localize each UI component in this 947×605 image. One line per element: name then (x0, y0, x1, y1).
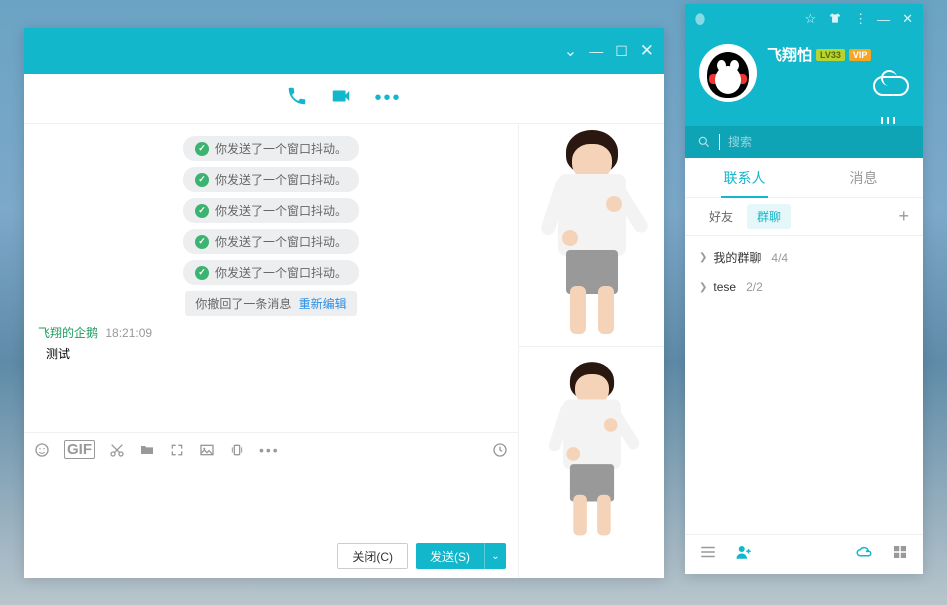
system-message: ✓你发送了一个窗口抖动。 (183, 198, 359, 223)
add-button[interactable]: + (898, 206, 909, 227)
system-message: ✓你发送了一个窗口抖动。 (183, 260, 359, 285)
search-input[interactable] (728, 135, 911, 149)
chat-titlebar: ⌄ — ☐ ✕ (24, 28, 664, 74)
folder-icon[interactable] (139, 442, 155, 458)
text-cursor (719, 134, 720, 150)
star-icon[interactable]: ☆ (804, 11, 816, 27)
main-panel: ☆ ⋮ — ✕ 飞翔怕 LV33 VIP (685, 4, 923, 574)
recall-message: 你撤回了一条消息 重新编辑 (185, 291, 356, 316)
sender-name: 飞翔的企鹅 (38, 326, 98, 340)
message-time: 18:21:09 (105, 326, 152, 340)
panel-minimize-button[interactable]: — (877, 12, 890, 27)
hamburger-icon[interactable] (699, 543, 717, 566)
main-tabs: 联系人 消息 (685, 158, 923, 198)
chat-message-list: ✓你发送了一个窗口抖动。 ✓你发送了一个窗口抖动。 ✓你发送了一个窗口抖动。 ✓… (24, 124, 518, 432)
voice-call-button[interactable] (286, 85, 308, 112)
contact-avatar (532, 124, 652, 344)
profile-name: 飞翔怕 (767, 44, 812, 65)
add-contact-icon[interactable] (735, 543, 753, 566)
shake-icon[interactable] (229, 442, 245, 458)
system-message: ✓你发送了一个窗口抖动。 (183, 167, 359, 192)
menu-icon[interactable]: ⋮ (854, 11, 865, 27)
group-count: 4/4 (771, 251, 788, 265)
bottom-bar (685, 534, 923, 574)
group-count: 2/2 (746, 280, 763, 294)
maximize-button[interactable]: ☐ (615, 43, 628, 60)
screenshot-icon[interactable] (169, 442, 185, 458)
input-toolbar: GIF ••• (24, 432, 518, 466)
dropdown-icon[interactable]: ⌄ (564, 41, 577, 61)
check-icon: ✓ (195, 235, 209, 249)
message-block: 飞翔的企鹅 18:21:09 测试 (38, 324, 504, 362)
more-actions-button[interactable]: ••• (374, 87, 401, 110)
avatar-panel (519, 124, 664, 578)
tshirt-icon[interactable] (828, 11, 842, 28)
search-bar (685, 126, 923, 158)
check-icon: ✓ (195, 266, 209, 280)
panel-header: ☆ ⋮ — ✕ 飞翔怕 LV33 VIP (685, 4, 923, 126)
group-label: 我的群聊 (713, 249, 761, 266)
weather-icon[interactable] (873, 76, 913, 116)
system-message: ✓你发送了一个窗口抖动。 (183, 229, 359, 254)
emoji-icon[interactable] (34, 442, 50, 458)
subtab-friends[interactable]: 好友 (699, 204, 743, 229)
group-item[interactable]: ❯ tese 2/2 (685, 273, 923, 301)
cut-icon[interactable] (109, 442, 125, 458)
group-list: ❯ 我的群聊 4/4 ❯ tese 2/2 (685, 236, 923, 534)
chat-action-toolbar: ••• (24, 74, 664, 124)
tab-messages[interactable]: 消息 (804, 158, 923, 197)
send-button[interactable]: 发送(S) (416, 543, 484, 569)
self-avatar (541, 357, 643, 544)
system-message: ✓你发送了一个窗口抖动。 (183, 136, 359, 161)
check-icon: ✓ (195, 142, 209, 156)
chat-button-row: 关闭(C) 发送(S) ⌄ (24, 534, 518, 578)
close-window-button[interactable]: ✕ (640, 41, 654, 61)
cloud-icon[interactable] (855, 543, 873, 566)
group-label: tese (713, 280, 736, 294)
vip-badge: VIP (849, 49, 872, 61)
penguin-icon[interactable] (693, 10, 707, 29)
tab-contacts[interactable]: 联系人 (685, 158, 804, 197)
sub-tabs: 好友 群聊 + (685, 198, 923, 236)
chat-window: ⌄ — ☐ ✕ ••• ✓你发送了一个窗口抖动。 ✓你发送了一个窗口抖动。 ✓你… (24, 28, 664, 578)
message-text: 测试 (38, 345, 504, 362)
re-edit-link[interactable]: 重新编辑 (299, 297, 347, 311)
search-icon (697, 135, 711, 149)
check-icon: ✓ (195, 173, 209, 187)
apps-icon[interactable] (891, 543, 909, 566)
history-icon[interactable] (492, 442, 508, 458)
minimize-button[interactable]: — (589, 43, 603, 59)
panel-close-button[interactable]: ✕ (902, 11, 913, 27)
video-call-button[interactable] (330, 85, 352, 112)
level-badge: LV33 (816, 49, 845, 61)
close-button[interactable]: 关闭(C) (337, 543, 408, 569)
send-dropdown-button[interactable]: ⌄ (484, 543, 506, 569)
chat-main: ✓你发送了一个窗口抖动。 ✓你发送了一个窗口抖动。 ✓你发送了一个窗口抖动。 ✓… (24, 124, 519, 578)
subtab-groups[interactable]: 群聊 (747, 204, 791, 229)
image-icon[interactable] (199, 442, 215, 458)
chat-input[interactable] (24, 466, 518, 534)
group-item[interactable]: ❯ 我的群聊 4/4 (685, 242, 923, 273)
gif-icon[interactable]: GIF (64, 440, 95, 459)
profile-avatar[interactable] (699, 44, 757, 102)
chevron-right-icon: ❯ (699, 252, 707, 263)
check-icon: ✓ (195, 204, 209, 218)
chevron-right-icon: ❯ (699, 282, 707, 293)
more-input-icon[interactable]: ••• (259, 442, 280, 458)
